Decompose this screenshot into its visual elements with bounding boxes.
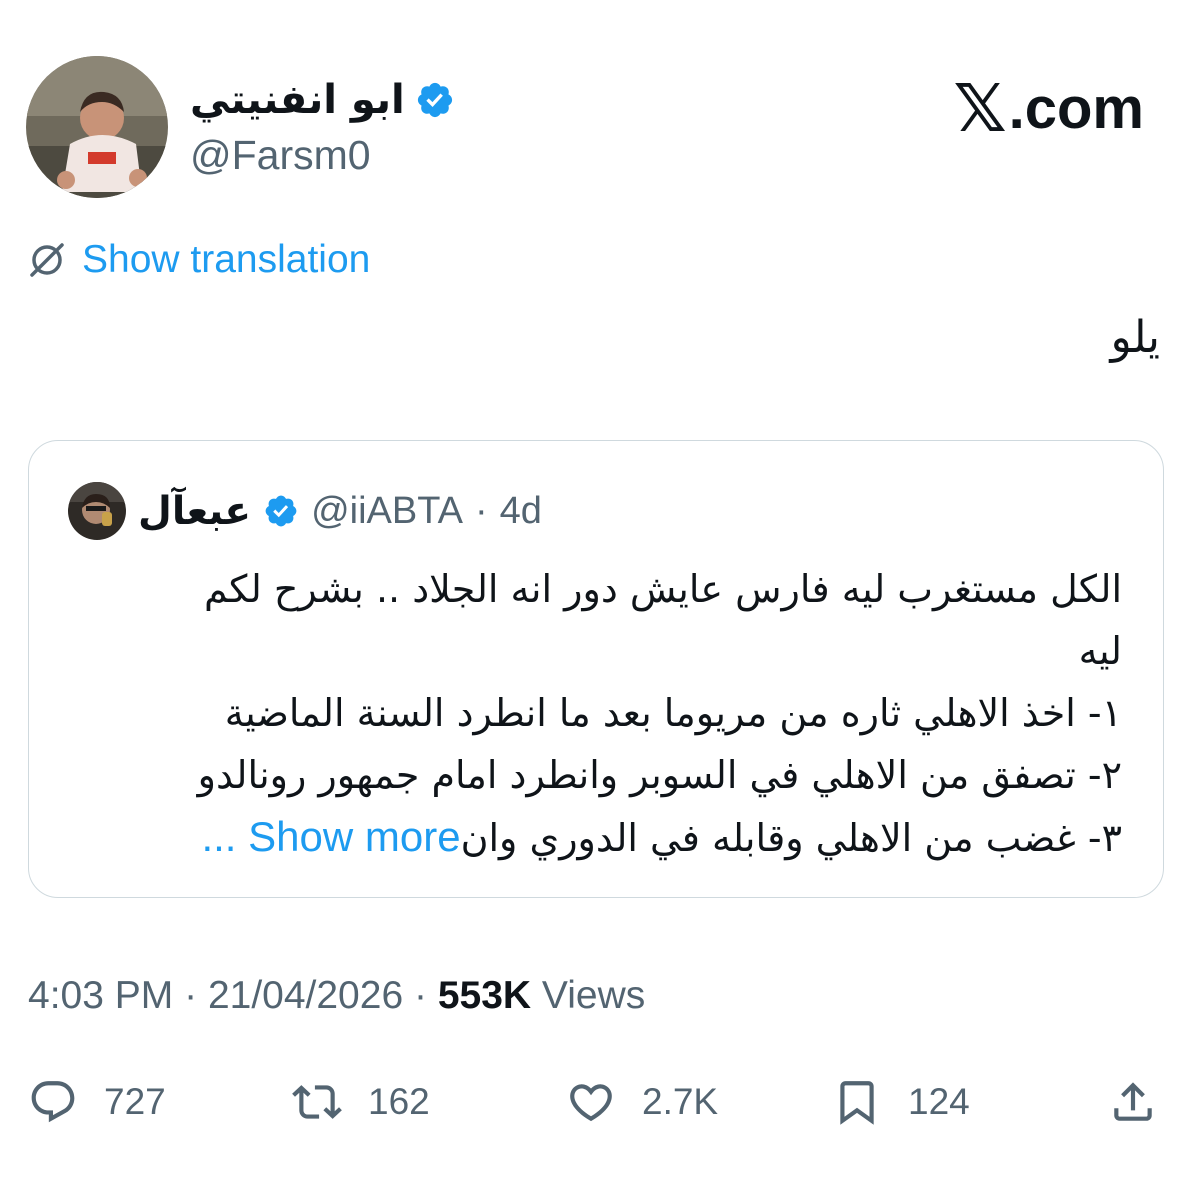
- like-button[interactable]: 2.7K: [566, 1070, 718, 1134]
- quoted-text-line: ١- اخذ الاهلي ثاره من مريوما بعد ما انطر…: [224, 691, 1122, 735]
- author-display-name[interactable]: ابو انفنيتي: [190, 77, 405, 123]
- reply-button[interactable]: 727: [28, 1070, 166, 1134]
- translate-globe-icon: [30, 243, 64, 277]
- brand-domain: .com: [1008, 76, 1144, 141]
- meta-separator: ·: [184, 974, 198, 1017]
- quoted-author-handle[interactable]: @iiABTA: [311, 490, 463, 533]
- quoted-author-avatar[interactable]: [68, 482, 126, 540]
- views-label: Views: [541, 974, 646, 1017]
- tweet-time[interactable]: 4:03 PM: [28, 974, 173, 1017]
- tweet-meta: 4:03 PM · 21/04/2026 · 553K Views: [28, 974, 645, 1018]
- show-more-link[interactable]: ... Show more: [201, 813, 460, 860]
- quoted-tweet-age[interactable]: 4d: [500, 490, 542, 533]
- show-translation-link[interactable]: Show translation: [26, 238, 370, 282]
- show-translation-label[interactable]: Show translation: [82, 238, 370, 282]
- author-handle[interactable]: @Farsm0: [190, 132, 371, 179]
- quoted-text-line: الكل مستغرب ليه فارس عايش دور انه الجلاد…: [203, 567, 1122, 611]
- reply-count: 727: [104, 1081, 166, 1122]
- x-logo-icon: 𝕏: [953, 70, 1007, 147]
- author-name-row[interactable]: ابو انفنيتي: [190, 72, 455, 128]
- tweet-actions-bar: 727 162 2.7K 124: [28, 1070, 1164, 1134]
- reply-icon: [31, 1081, 75, 1123]
- like-count: 2.7K: [642, 1081, 719, 1122]
- quoted-verified-badge-icon: [265, 495, 297, 527]
- bookmark-count: 124: [908, 1081, 970, 1122]
- repost-icon: [292, 1085, 342, 1119]
- avatar-image: [26, 56, 168, 198]
- share-button[interactable]: [1108, 1070, 1158, 1134]
- quoted-text-last-line: ٣- غضب من الاهلي وقابله في الدوري وان...…: [82, 806, 1122, 869]
- views-count[interactable]: 553K: [438, 974, 531, 1017]
- tweet-text: يلو: [1110, 312, 1160, 363]
- quoted-meta-separator: ·: [474, 489, 488, 532]
- quoted-author-name[interactable]: عبعآل: [138, 489, 251, 534]
- brand-logo: 𝕏 .com: [953, 70, 1144, 147]
- bookmark-icon: [840, 1081, 874, 1125]
- tweet-date[interactable]: 21/04/2026: [208, 974, 403, 1017]
- repost-count: 162: [368, 1081, 430, 1122]
- quoted-tweet-header[interactable]: عبعآل @iiABTA · 4d: [68, 482, 542, 540]
- author-avatar[interactable]: [26, 56, 168, 198]
- share-icon: [1114, 1082, 1152, 1121]
- repost-button[interactable]: 162: [292, 1070, 430, 1134]
- quoted-text-line: ليه: [1078, 629, 1122, 673]
- quoted-text-line: ٣- غضب من الاهلي وقابله في الدوري وان: [460, 816, 1122, 860]
- quoted-avatar-image: [68, 482, 126, 540]
- heart-icon: [570, 1084, 612, 1122]
- bookmark-button[interactable]: 124: [832, 1070, 970, 1134]
- quoted-tweet-text: الكل مستغرب ليه فارس عايش دور انه الجلاد…: [82, 558, 1122, 869]
- verified-badge-icon: [417, 82, 452, 118]
- quoted-text-line: ٢- تصفق من الاهلي في السوبر وانطرد امام …: [197, 753, 1122, 797]
- meta-separator: ·: [413, 974, 427, 1017]
